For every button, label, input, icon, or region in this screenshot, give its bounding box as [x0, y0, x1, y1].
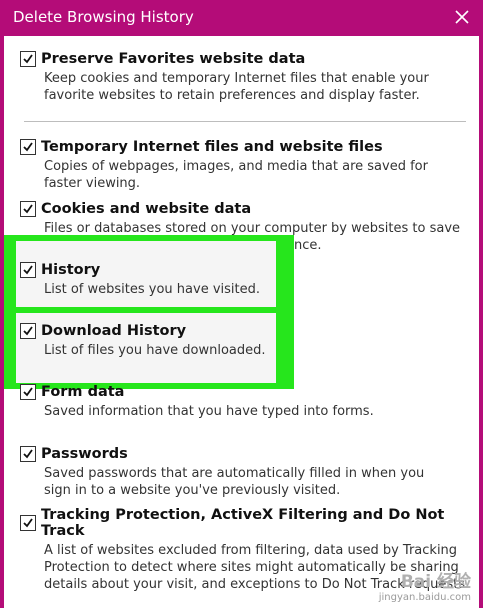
checkmark-icon	[23, 204, 33, 214]
option-description: List of websites you have visited.	[44, 282, 261, 297]
history-checkbox[interactable]	[20, 262, 36, 278]
option-download-history: Download History List of files you have …	[20, 323, 470, 359]
title-bar: Delete Browsing History	[0, 0, 483, 36]
option-description-partial: ance.	[286, 238, 322, 253]
checkmark-icon	[23, 54, 33, 64]
option-label: Cookies and website data	[41, 201, 252, 217]
watermark: Bai 经验 jingyan.baidu.com	[379, 572, 471, 604]
option-description: List of files you have downloaded.	[44, 343, 266, 358]
option-label: Download History	[41, 323, 187, 339]
option-label: Passwords	[41, 446, 128, 462]
option-passwords: Passwords Saved passwords that are autom…	[20, 446, 470, 499]
checkmark-icon	[23, 142, 33, 152]
checkmark-icon	[23, 518, 33, 528]
option-description: Copies of webpages, images, and media th…	[44, 159, 428, 191]
passwords-checkbox[interactable]	[20, 446, 36, 462]
option-label: Form data	[41, 384, 125, 400]
download-history-checkbox[interactable]	[20, 323, 36, 339]
option-label: Temporary Internet files and website fil…	[41, 139, 383, 155]
dialog-body: Preserve Favorites website data Keep coo…	[4, 36, 479, 608]
option-temporary-files: Temporary Internet files and website fil…	[20, 139, 470, 192]
option-history: History List of websites you have visite…	[20, 262, 470, 298]
option-description: Keep cookies and temporary Internet file…	[44, 71, 429, 103]
highlight-frame	[4, 235, 294, 389]
option-preserve-favorites: Preserve Favorites website data Keep coo…	[20, 51, 470, 104]
form-data-checkbox[interactable]	[20, 384, 36, 400]
dialog-title: Delete Browsing History	[13, 8, 194, 26]
option-description: Saved information that you have typed in…	[44, 404, 374, 419]
close-icon	[455, 10, 469, 24]
checkmark-icon	[23, 387, 33, 397]
checkmark-icon	[23, 449, 33, 459]
checkmark-icon	[23, 326, 33, 336]
close-button[interactable]	[451, 6, 473, 28]
watermark-brand: Bai 经验	[400, 572, 471, 592]
cookies-checkbox[interactable]	[20, 201, 36, 217]
tracking-protection-checkbox[interactable]	[20, 515, 36, 531]
divider	[24, 121, 466, 122]
preserve-favorites-checkbox[interactable]	[20, 51, 36, 67]
checkmark-icon	[23, 265, 33, 275]
option-form-data: Form data Saved information that you hav…	[20, 384, 470, 420]
option-label: Preserve Favorites website data	[41, 51, 306, 67]
option-label: History	[41, 262, 101, 278]
temporary-files-checkbox[interactable]	[20, 139, 36, 155]
watermark-url: jingyan.baidu.com	[378, 592, 471, 603]
option-description: Saved passwords that are automatically f…	[44, 466, 425, 498]
option-label: Tracking Protection, ActiveX Filtering a…	[41, 507, 445, 539]
